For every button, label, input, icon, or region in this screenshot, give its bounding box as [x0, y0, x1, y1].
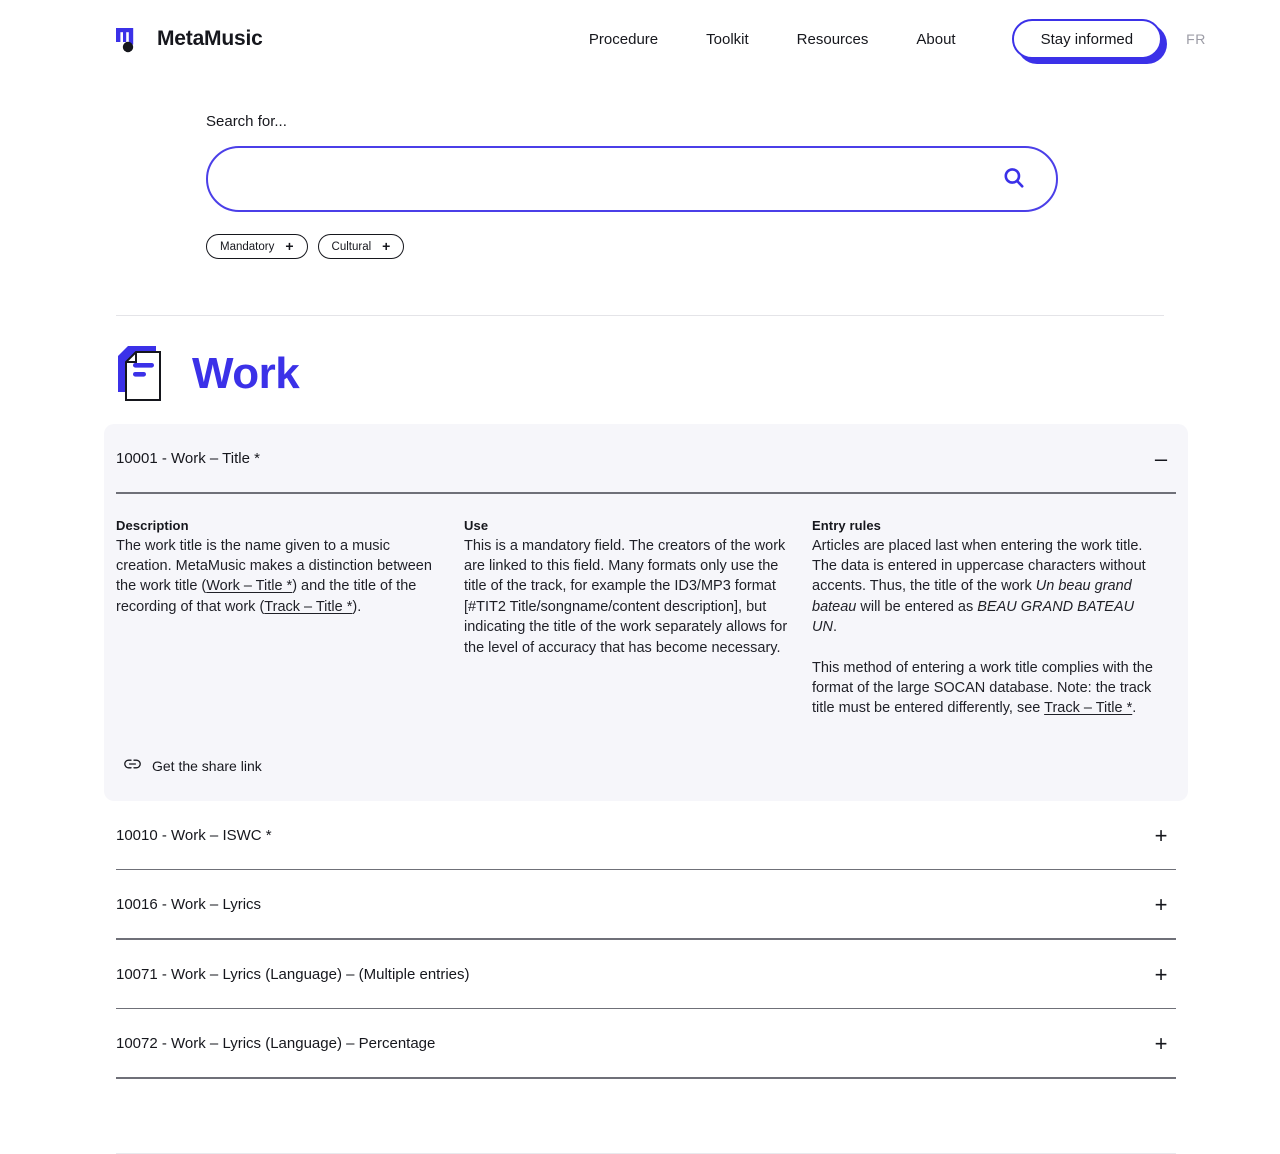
- search-filter-chips: Mandatory + Cultural +: [206, 234, 1164, 259]
- accordion-header-10072[interactable]: 10072 - Work – Lyrics (Language) – Perce…: [116, 1009, 1176, 1077]
- nav-link-about[interactable]: About: [892, 23, 979, 56]
- search-section: Search for... Mandatory + Cultural +: [116, 78, 1164, 259]
- accordion-panel-10001: Description The work title is the name g…: [116, 494, 1176, 719]
- stay-informed-wrapper: Stay informed: [1011, 19, 1168, 64]
- accordion-item-10001: 10001 - Work – Title * – Description The…: [104, 424, 1188, 801]
- plus-icon: +: [382, 238, 391, 254]
- collapse-minus-icon: –: [1154, 446, 1168, 471]
- stay-informed-button[interactable]: Stay informed: [1011, 19, 1163, 59]
- accordion-item-10010: 10010 - Work – ISWC * +: [116, 801, 1176, 871]
- search-submit-button[interactable]: [1000, 165, 1028, 193]
- get-share-link-button[interactable]: Get the share link: [116, 719, 1176, 801]
- filter-chip-cultural-label: Cultural: [331, 240, 372, 253]
- search-icon: [1002, 166, 1026, 193]
- accordion-item-10016: 10016 - Work – Lyrics +: [116, 870, 1176, 940]
- accordion-title: 10001 - Work – Title *: [116, 450, 260, 467]
- column-heading: Description: [116, 517, 189, 533]
- column-heading: Use: [464, 517, 489, 533]
- accordion-item-10072: 10072 - Work – Lyrics (Language) – Perce…: [116, 1009, 1176, 1079]
- accordion-header-10071[interactable]: 10071 - Work – Lyrics (Language) – (Mult…: [116, 940, 1176, 1008]
- accordion-item-10071: 10071 - Work – Lyrics (Language) – (Mult…: [116, 940, 1176, 1010]
- expand-plus-icon: +: [1154, 892, 1168, 918]
- accordion-rule: [116, 1077, 1176, 1079]
- main-nav: Procedure Toolkit Resources About Stay i…: [565, 19, 1206, 64]
- expand-plus-icon: +: [1154, 1031, 1168, 1057]
- nav-link-toolkit[interactable]: Toolkit: [682, 23, 773, 56]
- accordion-title: 10016 - Work – Lyrics: [116, 896, 262, 914]
- column-use: Use This is a mandatory field. The creat…: [464, 518, 812, 719]
- filter-chip-mandatory-label: Mandatory: [220, 240, 275, 253]
- share-link-label: Get the share link: [152, 757, 262, 774]
- expand-plus-icon: +: [1154, 822, 1168, 848]
- accordion-header-10016[interactable]: 10016 - Work – Lyrics +: [116, 870, 1176, 938]
- metamusic-note-logo-icon: [116, 24, 144, 54]
- accordion: 10001 - Work – Title * – Description The…: [104, 424, 1188, 1079]
- column-paragraph: This method of entering a work title com…: [812, 659, 1153, 717]
- page-container: Search for... Mandatory + Cultural + Wor…: [0, 78, 1280, 1154]
- document-stack-icon: [116, 344, 168, 404]
- accordion-header-10001[interactable]: 10001 - Work – Title * –: [116, 424, 1176, 492]
- link-track-title[interactable]: Track – Title *: [264, 599, 352, 615]
- brand-name: MetaMusic: [157, 27, 263, 50]
- accordion-header-10010[interactable]: 10010 - Work – ISWC * +: [116, 801, 1176, 869]
- link-work-title[interactable]: Work – Title *: [206, 578, 292, 594]
- column-heading: Entry rules: [812, 517, 882, 533]
- column-paragraph: This is a mandatory field. The creators …: [464, 537, 788, 656]
- column-paragraph: Articles are placed last when entering t…: [812, 537, 1146, 636]
- search-input[interactable]: [206, 146, 1058, 212]
- search-field: [206, 146, 1058, 212]
- link-track-title[interactable]: Track – Title *: [1044, 700, 1132, 716]
- language-switch-fr[interactable]: FR: [1186, 31, 1206, 47]
- column-entry-rules: Entry rules Articles are placed last whe…: [812, 518, 1160, 719]
- filter-chip-cultural[interactable]: Cultural +: [317, 234, 405, 259]
- site-header: MetaMusic Procedure Toolkit Resources Ab…: [0, 0, 1280, 78]
- section-header: Work: [116, 316, 1164, 424]
- link-icon: [124, 757, 141, 775]
- nav-link-resources[interactable]: Resources: [773, 23, 893, 56]
- plus-icon: +: [285, 238, 294, 254]
- search-label: Search for...: [206, 113, 287, 130]
- accordion-title: 10072 - Work – Lyrics (Language) – Perce…: [116, 1035, 436, 1053]
- filter-chip-mandatory[interactable]: Mandatory +: [206, 234, 308, 259]
- page-title: Work: [192, 349, 300, 398]
- nav-link-procedure[interactable]: Procedure: [565, 23, 682, 56]
- accordion-title: 10010 - Work – ISWC *: [116, 826, 272, 844]
- column-paragraph: The work title is the name given to a mu…: [116, 537, 432, 615]
- column-description: Description The work title is the name g…: [116, 518, 464, 719]
- expand-plus-icon: +: [1154, 961, 1168, 987]
- accordion-title: 10071 - Work – Lyrics (Language) – (Mult…: [116, 965, 470, 983]
- brand-logo-link[interactable]: MetaMusic: [116, 24, 263, 54]
